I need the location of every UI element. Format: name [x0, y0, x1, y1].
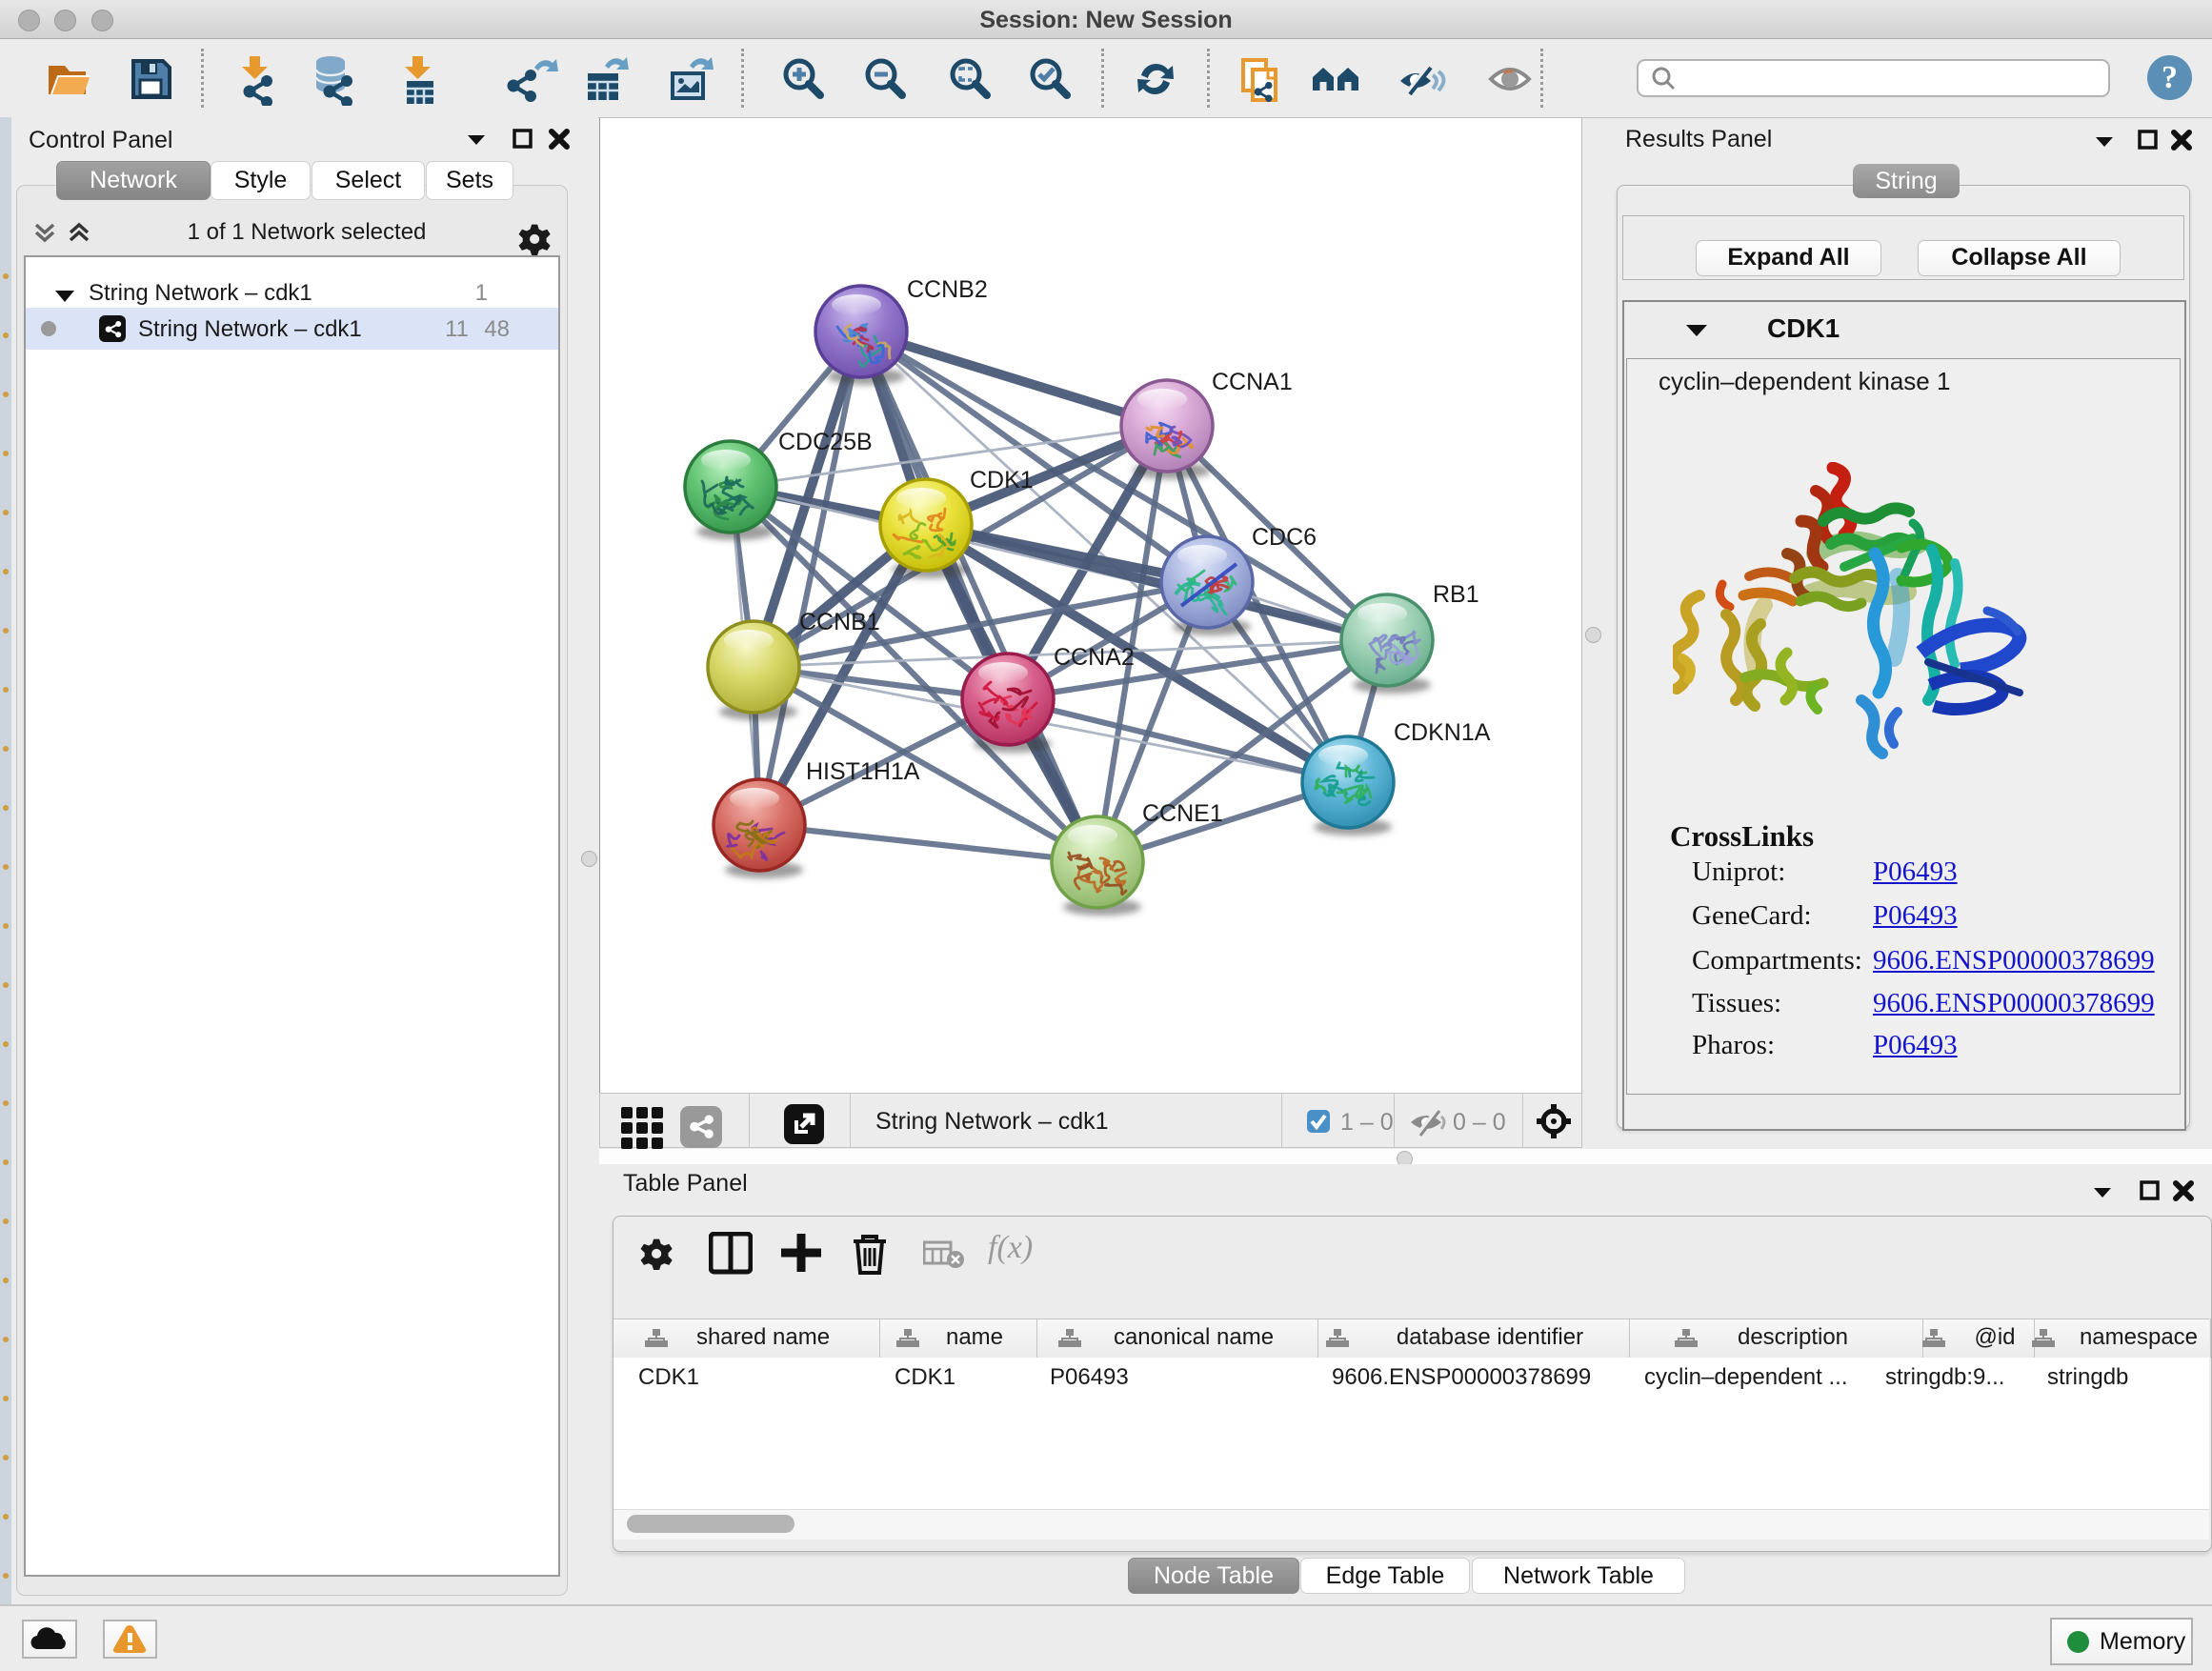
svg-text:CDK1: CDK1: [970, 467, 1034, 493]
svg-text:CCNA1: CCNA1: [1212, 369, 1293, 395]
svg-text:CDC25B: CDC25B: [778, 429, 873, 455]
svg-text:CCNB2: CCNB2: [907, 276, 988, 303]
svg-text:CDKN1A: CDKN1A: [1394, 719, 1491, 746]
svg-text:CCNB1: CCNB1: [799, 609, 880, 635]
svg-text:CDC6: CDC6: [1252, 524, 1317, 551]
svg-text:CCNA2: CCNA2: [1054, 644, 1135, 671]
svg-text:HIST1H1A: HIST1H1A: [806, 758, 920, 785]
svg-text:RB1: RB1: [1433, 581, 1479, 608]
svg-text:CCNE1: CCNE1: [1142, 800, 1223, 827]
